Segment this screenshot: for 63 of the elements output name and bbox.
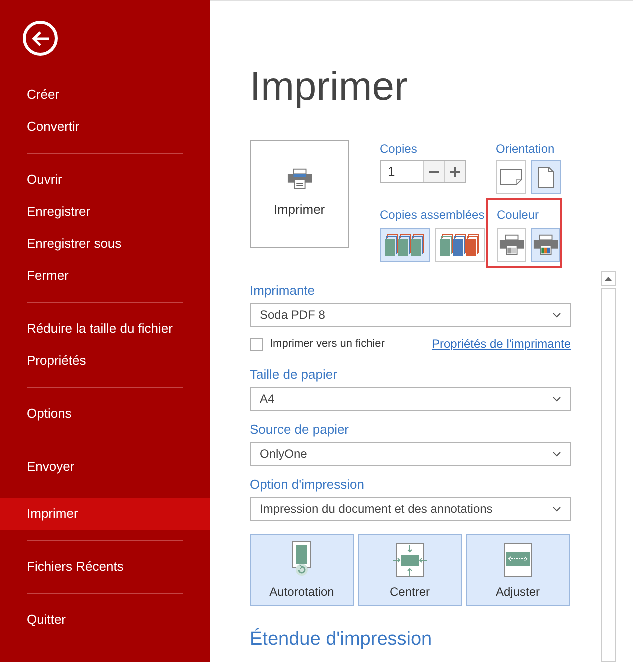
field-label: Copies bbox=[380, 141, 418, 157]
fit-width-icon bbox=[504, 543, 532, 577]
menu-item[interactable]: Fichiers Récents bbox=[0, 551, 210, 583]
color-printer-icon bbox=[532, 234, 558, 256]
scrollbar-thumb[interactable] bbox=[601, 288, 616, 662]
back-button[interactable] bbox=[23, 21, 58, 56]
chevron-down-icon bbox=[553, 312, 561, 318]
section-heading: Étendue d'impression bbox=[250, 628, 434, 652]
chevron-down-icon bbox=[553, 452, 561, 456]
menu-item[interactable]: Créer bbox=[0, 79, 210, 111]
page-stacks-icon bbox=[385, 234, 425, 256]
option-button[interactable] bbox=[531, 228, 560, 262]
menu-item[interactable]: Quitter bbox=[0, 604, 210, 636]
menu-item[interactable]: Fermer bbox=[0, 260, 210, 292]
print-option-select[interactable]: Impression du document et des annotations bbox=[250, 497, 571, 521]
paper-size-select[interactable]: A4 bbox=[250, 387, 571, 411]
menu-item[interactable]: Réduire la taille du fichier bbox=[0, 313, 210, 345]
paper-source-select[interactable]: OnlyOne bbox=[250, 442, 571, 466]
layout-button[interactable]: Centrer bbox=[358, 534, 462, 606]
layout-button[interactable]: Adjuster bbox=[466, 534, 570, 606]
menu-item[interactable]: Envoyer bbox=[0, 451, 210, 483]
page-stacks-icon bbox=[440, 234, 480, 256]
chevron-down-icon bbox=[553, 396, 561, 402]
checkbox[interactable] bbox=[250, 338, 263, 350]
landscape-page-icon bbox=[500, 169, 522, 185]
menu-item[interactable]: Options bbox=[0, 398, 210, 430]
printer-icon bbox=[286, 168, 312, 190]
option-button[interactable] bbox=[380, 228, 430, 262]
option-button[interactable] bbox=[435, 228, 485, 262]
menu-item[interactable]: Propriétés bbox=[0, 345, 210, 377]
option-button[interactable] bbox=[497, 228, 526, 262]
option-button[interactable] bbox=[531, 160, 561, 194]
grayscale-printer-icon bbox=[498, 234, 524, 256]
field-label: Orientation bbox=[496, 141, 556, 157]
printer-select[interactable]: Soda PDF 8 bbox=[250, 303, 571, 327]
decrement-button[interactable] bbox=[423, 161, 444, 182]
copies-field[interactable]: 1 bbox=[380, 160, 466, 183]
layout-button[interactable]: Autorotation bbox=[250, 534, 354, 606]
menu-item[interactable]: Convertir bbox=[0, 111, 210, 143]
printer-properties-link[interactable]: Propriétés de l'imprimante bbox=[432, 335, 571, 353]
menu-item[interactable]: Enregistrer sous bbox=[0, 228, 210, 260]
plus-icon bbox=[450, 166, 460, 176]
field-label: Option d'impression bbox=[250, 477, 366, 493]
field-label: Taille de papier bbox=[250, 367, 338, 383]
arrow-left-icon bbox=[32, 30, 50, 46]
center-icon bbox=[393, 543, 427, 577]
option-button[interactable] bbox=[496, 160, 526, 194]
checkbox-label: Imprimer vers un fichier bbox=[270, 336, 385, 352]
caret-up-icon bbox=[605, 276, 612, 280]
page-title: Imprimer bbox=[250, 64, 409, 111]
scroll-up-button[interactable] bbox=[601, 271, 616, 286]
menu-item[interactable]: Ouvrir bbox=[0, 164, 210, 196]
field-label: Imprimante bbox=[250, 283, 316, 299]
field-label: Couleur bbox=[497, 207, 540, 223]
portrait-page-icon bbox=[538, 166, 554, 188]
field-label: Copies assemblées bbox=[380, 207, 486, 223]
increment-button[interactable] bbox=[444, 161, 465, 182]
menu-item[interactable]: Imprimer bbox=[0, 498, 210, 530]
print-button[interactable]: Imprimer bbox=[250, 140, 349, 248]
chevron-down-icon bbox=[553, 506, 561, 512]
menu-item[interactable]: Enregistrer bbox=[0, 196, 210, 228]
field-label: Source de papier bbox=[250, 422, 350, 438]
minus-icon bbox=[429, 170, 439, 172]
